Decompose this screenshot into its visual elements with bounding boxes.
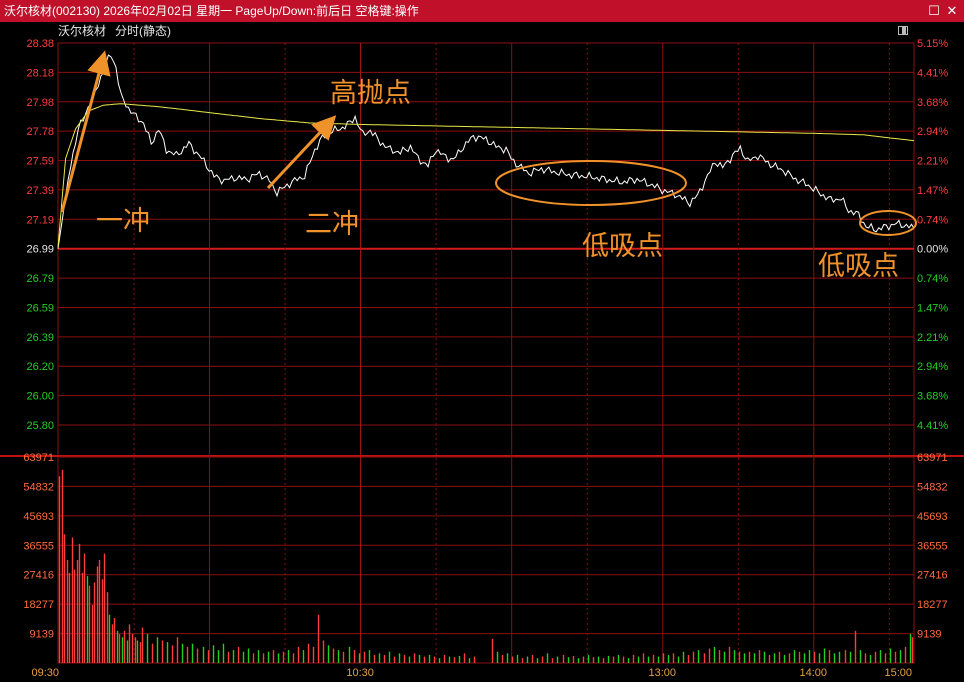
- price-tick-label: 26.00: [26, 391, 54, 403]
- annotation-label: 高抛点: [330, 78, 411, 109]
- volume-tick-label: 36555: [23, 540, 54, 552]
- annotation-label: 二冲: [305, 209, 359, 240]
- price-tick-label: 28.18: [26, 67, 54, 79]
- price-tick-label: 27.39: [26, 185, 54, 197]
- volume-tick-label-right: 63971: [917, 452, 948, 464]
- pct-tick-label: 1.47%: [917, 185, 948, 197]
- time-tick-label: 14:00: [800, 667, 828, 679]
- low-buy-zone-ellipse-2: [859, 210, 917, 236]
- annotation-label: 低吸点: [818, 251, 899, 282]
- price-tick-label: 27.98: [26, 97, 54, 109]
- price-tick-label: 27.78: [26, 126, 54, 138]
- volume-tick-label-right: 18277: [917, 599, 948, 611]
- time-tick-label: 09:30: [31, 667, 59, 679]
- volume-tick-label: 9139: [30, 629, 54, 641]
- chart-grid: [0, 42, 964, 664]
- volume-tick-label-right: 27416: [917, 570, 948, 582]
- pct-tick-label: 0.74%: [917, 273, 948, 285]
- time-tick-label: 10:30: [346, 667, 374, 679]
- pct-tick-label: 1.47%: [917, 302, 948, 314]
- pct-tick-label: 4.41%: [917, 420, 948, 432]
- pct-tick-label: 4.41%: [917, 67, 948, 79]
- volume-tick-label: 63971: [23, 452, 54, 464]
- volume-tick-label-right: 45693: [917, 511, 948, 523]
- volume-tick-label-right: 54832: [917, 481, 948, 493]
- volume-tick-label: 27416: [23, 570, 54, 582]
- pct-tick-label: 2.94%: [917, 126, 948, 138]
- annotation-label: 低吸点: [582, 231, 663, 262]
- vertical-gridlines: [133, 43, 890, 663]
- low-buy-zone-ellipse: [495, 160, 687, 206]
- pct-tick-label: 3.68%: [917, 391, 948, 403]
- price-tick-label: 26.39: [26, 332, 54, 344]
- price-tick-label: 28.38: [26, 38, 54, 50]
- pct-tick-label: 3.68%: [917, 97, 948, 109]
- price-tick-label: 26.59: [26, 302, 54, 314]
- axis-tick-labels: 28.38 5.15% 28.18 4.41% 27.98 3.68% 27.78 2.94%…: [23, 38, 948, 679]
- price-tick-label: 26.99: [26, 244, 54, 256]
- pct-tick-label: 2.21%: [917, 332, 948, 344]
- volume-tick-label: 54832: [23, 481, 54, 493]
- volume-tick-label: 18277: [23, 599, 54, 611]
- pct-tick-label: 2.94%: [917, 361, 948, 373]
- price-tick-label: 26.79: [26, 273, 54, 285]
- pct-tick-label: 2.21%: [917, 156, 948, 168]
- second-surge-arrow: [266, 115, 337, 190]
- price-tick-label: 27.59: [26, 156, 54, 168]
- pct-tick-label: 0.74%: [917, 214, 948, 226]
- time-tick-label: 13:00: [648, 667, 676, 679]
- intraday-chart[interactable]: 28.38 5.15% 28.18 4.41% 27.98 3.68% 27.78 2.94%…: [0, 0, 964, 682]
- price-tick-label: 27.19: [26, 214, 54, 226]
- annotation-label: 一冲: [96, 206, 150, 237]
- volume-tick-label: 45693: [23, 511, 54, 523]
- time-tick-label: 15:00: [884, 667, 912, 679]
- price-tick-label: 25.80: [26, 420, 54, 432]
- price-tick-label: 26.20: [26, 361, 54, 373]
- volume-tick-label-right: 9139: [917, 629, 941, 641]
- chart-frame: [57, 42, 915, 664]
- pct-tick-label: 5.15%: [917, 38, 948, 50]
- volume-tick-label-right: 36555: [917, 540, 948, 552]
- pct-tick-label: 0.00%: [917, 244, 948, 256]
